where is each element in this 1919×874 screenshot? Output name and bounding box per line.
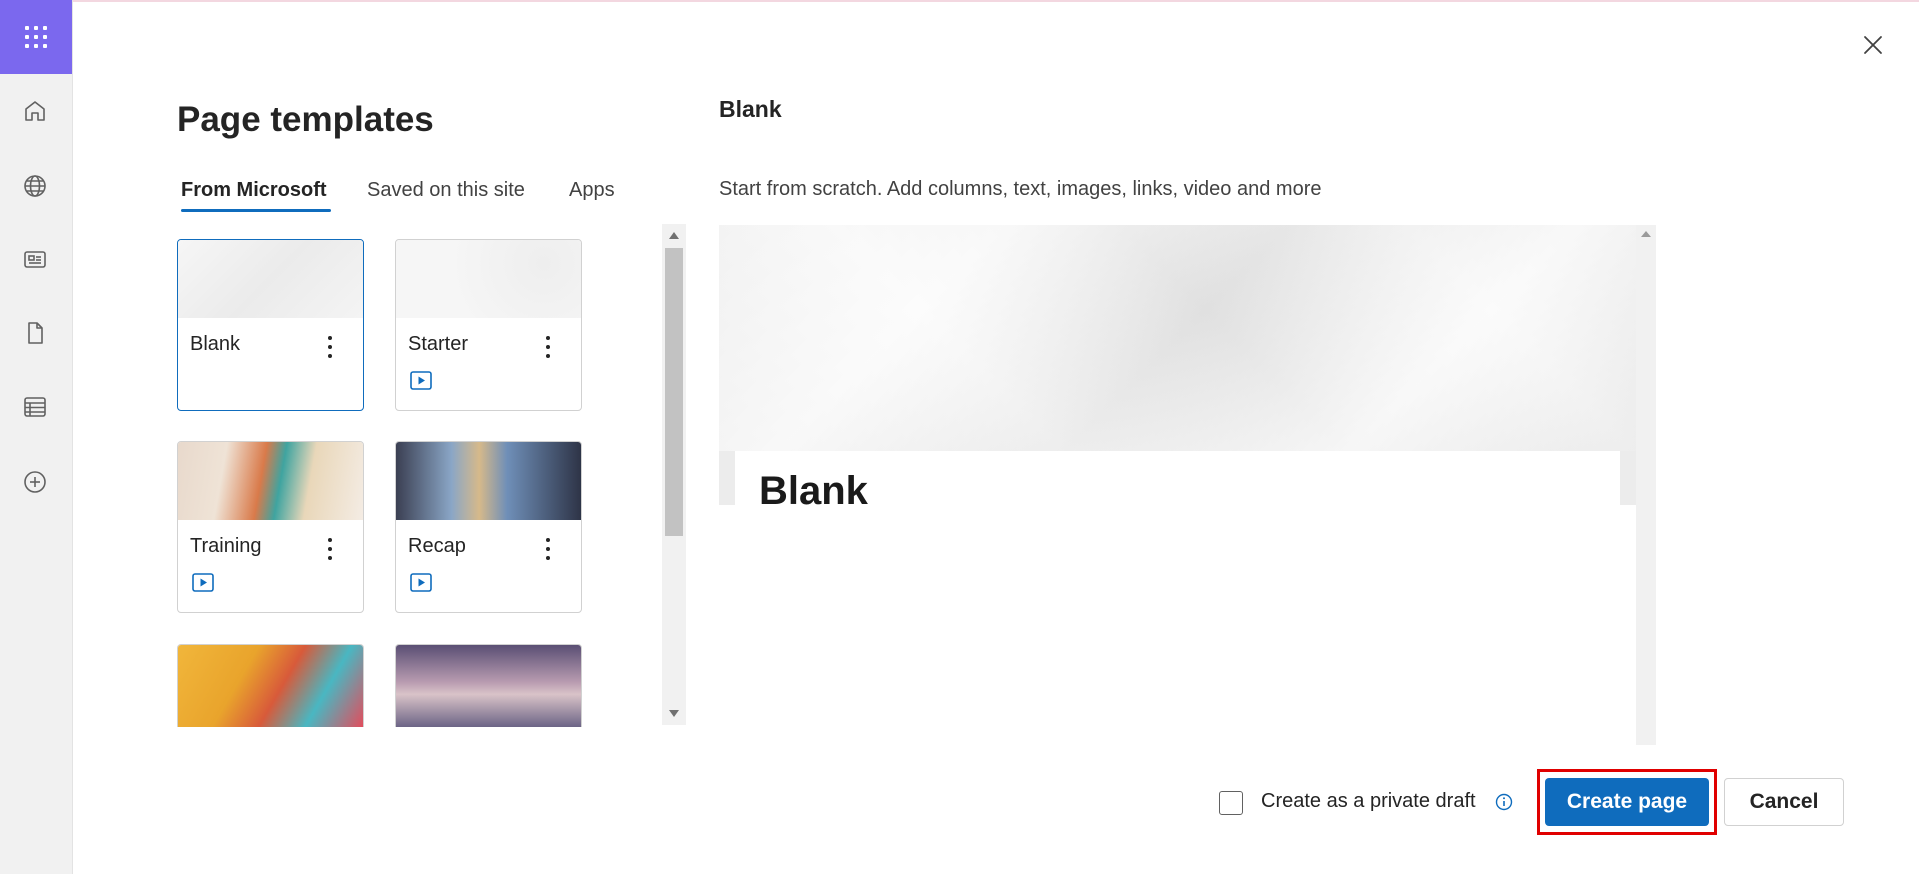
more-dot [546,336,550,340]
app-launcher-icon [25,26,47,48]
template-preview: Blank [719,225,1656,745]
more-dot [328,556,332,560]
tab-saved-on-site[interactable]: Saved on this site [363,175,529,216]
preview-banner-image [719,225,1636,451]
rail-sites-button[interactable] [20,171,50,201]
more-options-button[interactable] [541,336,555,358]
more-options-button[interactable] [541,538,555,560]
rail-create-button[interactable] [20,467,50,497]
app-rail [0,0,73,874]
private-draft-checkbox[interactable] [1219,791,1243,815]
template-name: Training [190,535,262,557]
scroll-up-arrow-icon[interactable] [669,232,679,239]
template-card-blank[interactable]: Blank [177,239,364,411]
more-options-button[interactable] [323,538,337,560]
tab-label: From Microsoft [181,179,327,201]
globe-icon [24,175,46,197]
rail-home-button[interactable] [20,96,50,126]
preview-side-strip [719,451,735,505]
create-page-button[interactable]: Create page [1545,778,1709,826]
template-thumbnail [396,442,581,520]
more-dot [546,556,550,560]
more-dot [546,547,550,551]
more-dot [546,354,550,358]
scroll-down-arrow-icon[interactable] [669,710,679,717]
scrollbar-thumb[interactable] [665,248,683,536]
more-dot [328,354,332,358]
close-button[interactable] [1860,32,1886,58]
rail-news-button[interactable] [20,244,50,274]
close-icon [1864,36,1882,54]
private-draft-label[interactable]: Create as a private draft [1261,790,1476,813]
home-icon [25,101,45,121]
list-icon [24,397,46,417]
template-card-recap[interactable]: Recap [395,441,582,613]
news-icon [24,251,46,268]
top-accent-line [0,0,1919,2]
add-icon [24,471,46,493]
video-play-icon[interactable] [410,371,432,390]
more-dot [328,345,332,349]
tab-label: Apps [569,179,615,201]
rail-files-button[interactable] [20,318,50,348]
rail-lists-button[interactable] [20,392,50,422]
cancel-button[interactable]: Cancel [1724,778,1844,826]
more-dot [328,547,332,551]
video-play-icon[interactable] [410,573,432,592]
scroll-up-arrow-icon[interactable] [1641,231,1651,237]
more-dot [546,345,550,349]
tab-apps[interactable]: Apps [565,175,619,216]
template-list-scrollbar[interactable] [662,224,686,725]
template-thumbnail [396,645,581,727]
template-thumbnail [178,442,363,520]
tab-active-indicator [181,209,331,212]
template-name: Starter [408,333,469,355]
more-dot [546,538,550,542]
tab-label: Saved on this site [367,179,525,201]
video-play-icon[interactable] [192,573,214,592]
template-name: Blank [190,333,241,355]
template-name: Recap [408,535,466,557]
preview-scrollbar[interactable] [1636,225,1656,745]
template-thumbnail [178,645,363,727]
app-launcher-button[interactable] [0,0,72,74]
preview-page-title: Blank [759,469,868,513]
preview-heading: Blank [719,96,782,122]
template-thumbnail [178,240,363,318]
preview-description: Start from scratch. Add columns, text, i… [719,178,1322,200]
template-card-starter[interactable]: Starter [395,239,582,411]
page-title: Page templates [177,100,434,139]
info-icon[interactable] [1494,792,1514,812]
tab-from-microsoft[interactable]: From Microsoft [177,175,331,216]
more-dot [328,538,332,542]
template-card-partial[interactable] [395,644,582,727]
template-card-partial[interactable] [177,644,364,727]
template-thumbnail [396,240,581,318]
document-icon [28,322,43,344]
more-dot [328,336,332,340]
preview-side-strip [1620,451,1636,505]
more-options-button[interactable] [323,336,337,358]
template-card-training[interactable]: Training [177,441,364,613]
